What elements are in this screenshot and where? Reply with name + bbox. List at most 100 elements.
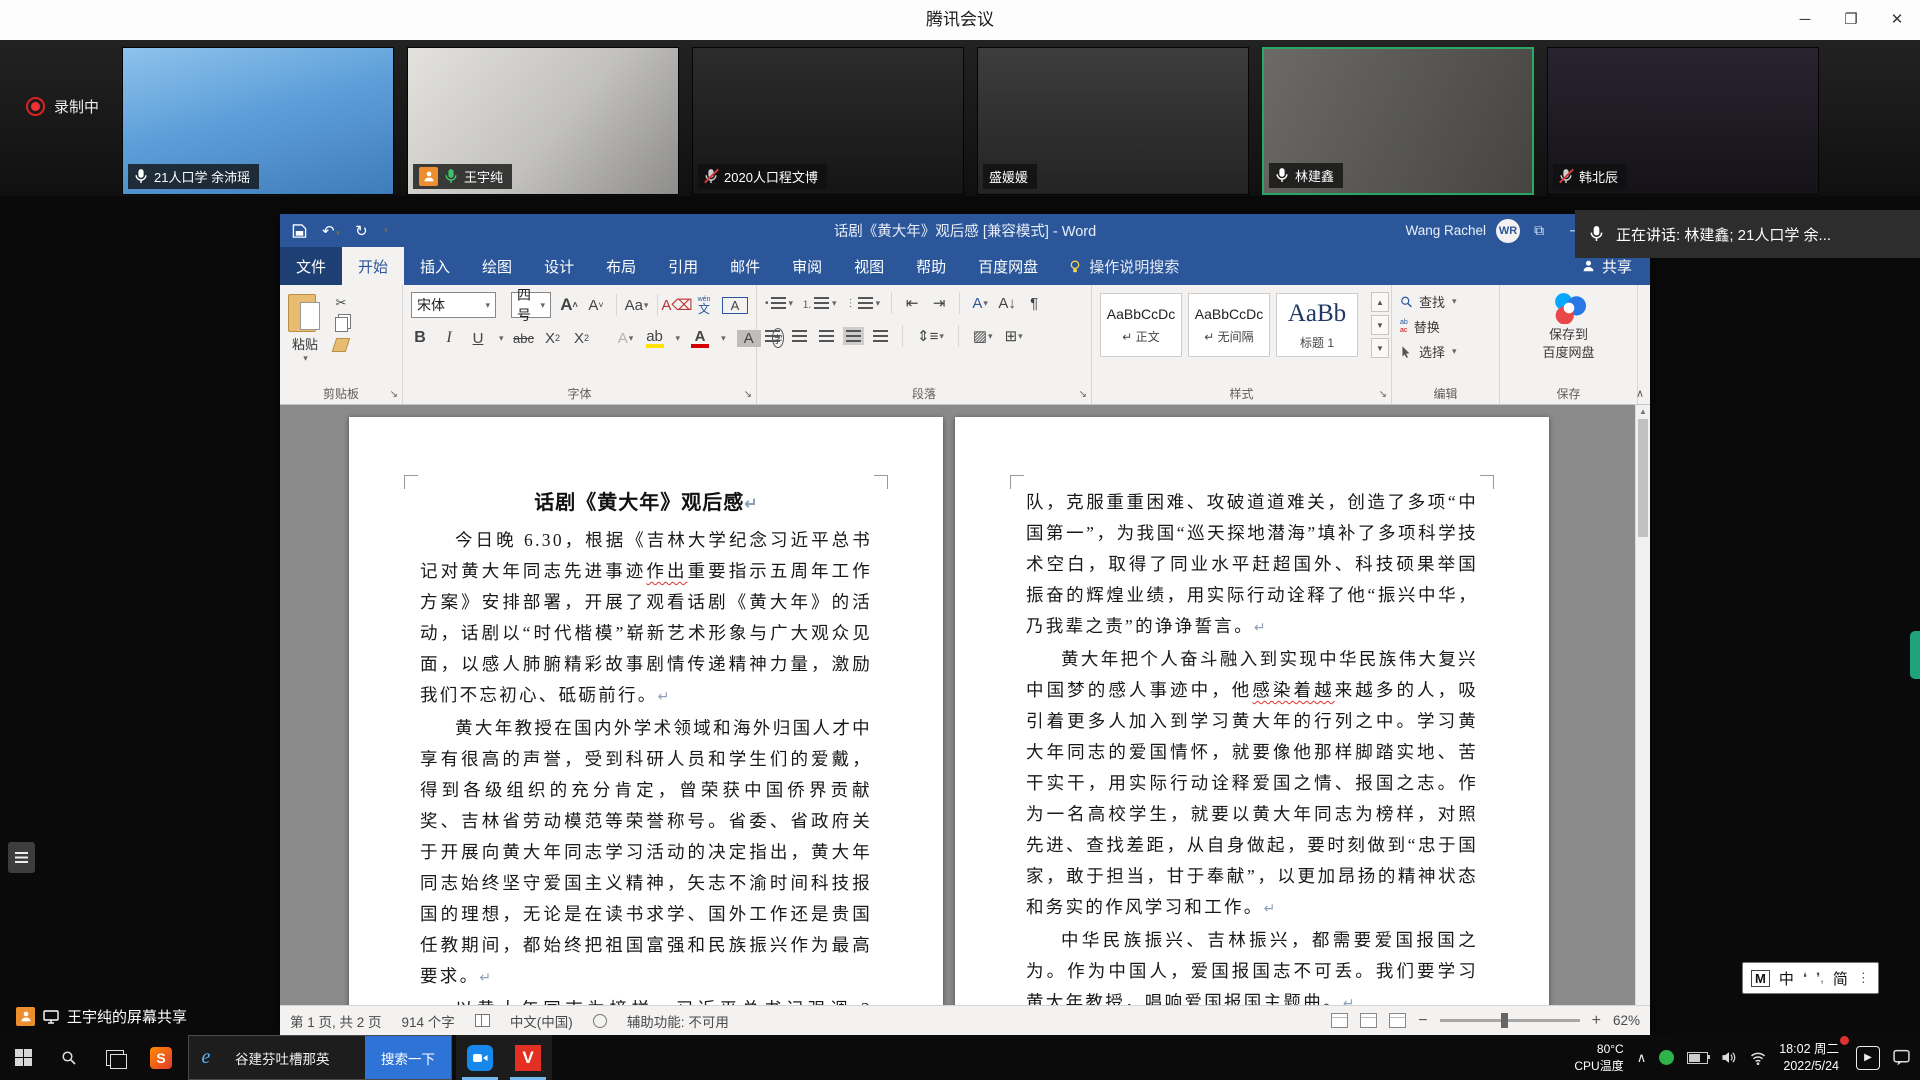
format-painter-icon[interactable] bbox=[332, 338, 351, 352]
customize-qat-button[interactable]: ▾ bbox=[384, 225, 389, 236]
web-layout-icon[interactable] bbox=[1389, 1013, 1406, 1028]
participant-tile[interactable]: 2020人口程文博 bbox=[692, 47, 964, 195]
multilevel-list-button[interactable]: ⋮▾ bbox=[846, 297, 881, 309]
participant-tile[interactable]: 盛媛媛 bbox=[977, 47, 1249, 195]
justify-button[interactable] bbox=[846, 330, 861, 342]
styles-dialog-launcher[interactable]: ↘ bbox=[1379, 389, 1387, 400]
tell-me-search[interactable]: 操作说明搜索 bbox=[1054, 247, 1193, 285]
font-color-button[interactable]: A bbox=[691, 329, 709, 348]
font-dialog-launcher[interactable]: ↘ bbox=[744, 389, 752, 400]
tab-design[interactable]: 设计 bbox=[528, 247, 590, 285]
tab-view[interactable]: 视图 bbox=[838, 247, 900, 285]
taskbar-search-go-button[interactable]: 搜索一下 bbox=[365, 1036, 451, 1079]
tencent-meeting-taskbar-app[interactable] bbox=[456, 1035, 504, 1080]
align-right-button[interactable] bbox=[819, 330, 834, 342]
sogou-pinned-app[interactable]: S bbox=[138, 1035, 184, 1080]
tab-baidu-netdisk[interactable]: 百度网盘 bbox=[962, 247, 1054, 285]
maximize-button[interactable]: ❐ bbox=[1828, 0, 1874, 40]
participant-tile[interactable]: 21人口学 余沛瑶 bbox=[122, 47, 394, 195]
read-mode-icon[interactable] bbox=[1331, 1013, 1348, 1028]
numbering-button[interactable]: ⒈▾ bbox=[802, 296, 837, 311]
copy-icon[interactable] bbox=[335, 317, 348, 332]
character-border-button[interactable]: A bbox=[722, 297, 748, 314]
notification-center-icon[interactable] bbox=[1893, 1049, 1910, 1066]
close-button[interactable]: ✕ bbox=[1874, 0, 1920, 40]
tab-references[interactable]: 引用 bbox=[652, 247, 714, 285]
video-app-taskbar-app[interactable]: V bbox=[504, 1035, 552, 1080]
style-no-spacing[interactable]: AaBbCcDc ↵ 无间隔 bbox=[1188, 293, 1270, 357]
participant-tile[interactable]: 韩北辰 bbox=[1547, 47, 1819, 195]
replace-button[interactable]: abac 替换 bbox=[1400, 317, 1491, 336]
document-scrollbar[interactable]: ▲ bbox=[1635, 405, 1650, 1005]
start-button[interactable] bbox=[0, 1035, 46, 1080]
scrollbar-thumb[interactable] bbox=[1638, 419, 1648, 537]
tab-draw[interactable]: 绘图 bbox=[466, 247, 528, 285]
tab-file[interactable]: 文件 bbox=[280, 247, 342, 285]
proofing-icon[interactable] bbox=[475, 1014, 490, 1027]
styles-scroll-down-icon[interactable]: ▼ bbox=[1371, 315, 1389, 335]
zoom-level[interactable]: 62% bbox=[1613, 1013, 1640, 1028]
underline-dropdown[interactable]: ▾ bbox=[499, 333, 504, 344]
paste-button[interactable]: 粘贴 ▾ bbox=[288, 292, 322, 364]
ime-language-mode[interactable]: 中 bbox=[1779, 968, 1794, 989]
tab-mailings[interactable]: 邮件 bbox=[714, 247, 776, 285]
phonetic-guide-button[interactable]: wén文 bbox=[695, 296, 713, 315]
asian-layout-button[interactable]: A▾ bbox=[971, 295, 989, 312]
tray-expand-icon[interactable]: ∧ bbox=[1637, 1050, 1647, 1066]
media-player-tray-icon[interactable]: ▶ bbox=[1856, 1046, 1880, 1070]
ime-punct-icon[interactable]: ❜, bbox=[1816, 970, 1824, 986]
tab-help[interactable]: 帮助 bbox=[900, 247, 962, 285]
clipboard-dialog-launcher[interactable]: ↘ bbox=[390, 389, 398, 400]
collapse-ribbon-button[interactable]: ∧ bbox=[1636, 387, 1644, 400]
change-case-button[interactable]: Aa▾ bbox=[628, 297, 646, 314]
word-count[interactable]: 914 个字 bbox=[402, 1011, 455, 1031]
zoom-slider-thumb[interactable] bbox=[1501, 1013, 1508, 1028]
network-icon[interactable] bbox=[1750, 1050, 1766, 1066]
battery-icon[interactable] bbox=[1687, 1052, 1708, 1064]
minimize-button[interactable]: ─ bbox=[1782, 0, 1828, 40]
styles-scroll-up-icon[interactable]: ▲ bbox=[1371, 292, 1389, 312]
bullets-button[interactable]: •▾ bbox=[765, 297, 793, 309]
text-effects-button[interactable]: A▾ bbox=[617, 330, 635, 347]
scroll-up-icon[interactable]: ▲ bbox=[1636, 407, 1650, 416]
strikethrough-button[interactable]: abc bbox=[515, 331, 533, 346]
avatar[interactable]: WR bbox=[1496, 219, 1520, 243]
redo-button[interactable]: ↻ bbox=[355, 222, 368, 240]
shrink-font-button[interactable]: A˅ bbox=[587, 297, 605, 314]
grow-font-button[interactable]: A˄ bbox=[560, 295, 578, 315]
borders-button[interactable]: ⊞▾ bbox=[1005, 327, 1023, 345]
highlight-button[interactable]: ab bbox=[646, 329, 664, 348]
participant-tile[interactable]: 王宇纯 bbox=[407, 47, 679, 195]
paragraph-dialog-launcher[interactable]: ↘ bbox=[1079, 389, 1087, 400]
distribute-button[interactable] bbox=[873, 330, 888, 342]
ime-voice-icon[interactable]: ❛ bbox=[1803, 970, 1807, 986]
tab-layout[interactable]: 布局 bbox=[590, 247, 652, 285]
increase-indent-button[interactable]: ⇥ bbox=[930, 294, 948, 312]
save-to-baidu-button[interactable]: 保存到 百度网盘 bbox=[1508, 292, 1629, 361]
tab-insert[interactable]: 插入 bbox=[404, 247, 466, 285]
bold-button[interactable]: B bbox=[411, 329, 429, 347]
clear-formatting-button[interactable]: A⌫ bbox=[668, 296, 686, 314]
word-account[interactable]: Wang Rachel WR bbox=[1405, 219, 1520, 243]
ime-logo[interactable]: M bbox=[1751, 970, 1770, 987]
highlight-dropdown[interactable]: ▾ bbox=[676, 333, 681, 344]
show-marks-button[interactable]: ¶ bbox=[1025, 295, 1043, 312]
font-color-dropdown[interactable]: ▾ bbox=[721, 333, 726, 344]
align-left-button[interactable] bbox=[765, 330, 780, 342]
taskbar-search-widget[interactable]: e 谷建芬吐槽那英 搜索一下 bbox=[188, 1035, 452, 1080]
underline-button[interactable]: U bbox=[469, 330, 487, 347]
subscript-button[interactable]: X2 bbox=[544, 330, 562, 347]
accessibility-status[interactable]: 辅助功能: 不可用 bbox=[627, 1011, 729, 1031]
shading-button[interactable]: ▨▾ bbox=[973, 327, 993, 345]
zoom-in-button[interactable]: + bbox=[1592, 1012, 1601, 1030]
ribbon-display-options-button[interactable]: ⧉ bbox=[1534, 222, 1544, 239]
volume-icon[interactable] bbox=[1721, 1050, 1737, 1065]
ime-more-icon[interactable]: ⋮ bbox=[1857, 970, 1870, 986]
find-button[interactable]: 查找▾ bbox=[1400, 292, 1491, 311]
style-heading1[interactable]: AaBb 标题 1 bbox=[1276, 293, 1358, 357]
font-size-combo[interactable]: 四号▾ bbox=[511, 292, 551, 318]
document-page-1[interactable]: 话剧《黄大年》观后感↵ 今日晚 6.30，根据《吉林大学纪念习近平总书记对黄大年… bbox=[349, 417, 943, 1005]
styles-more-icon[interactable]: ▼ bbox=[1371, 338, 1389, 358]
page-info[interactable]: 第 1 页, 共 2 页 bbox=[290, 1011, 382, 1031]
undo-button[interactable]: ↶▾ bbox=[322, 222, 340, 240]
